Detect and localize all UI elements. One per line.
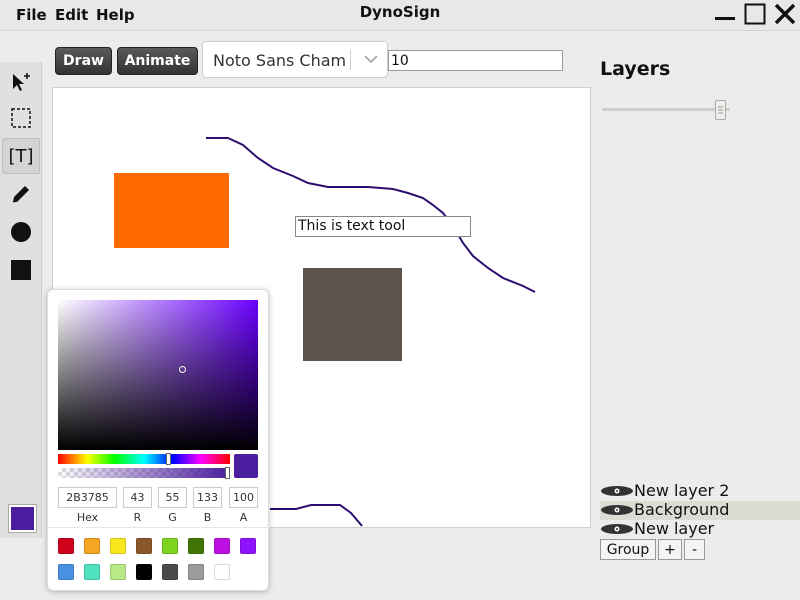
g-label: G: [168, 511, 177, 524]
hue-slider-handle[interactable]: [166, 453, 171, 465]
close-icon[interactable]: [773, 2, 797, 26]
layer-row[interactable]: Background: [600, 500, 800, 522]
rectangle-shape-icon[interactable]: [2, 252, 40, 288]
saturation-value-handle[interactable]: [179, 366, 186, 373]
layers-title: Layers: [600, 58, 671, 80]
a-field[interactable]: 100: [229, 487, 258, 508]
add-layer-button[interactable]: +: [658, 539, 682, 560]
a-label: A: [239, 511, 248, 524]
preset-swatch[interactable]: [58, 538, 74, 554]
g-field[interactable]: 55: [158, 487, 187, 508]
animate-button[interactable]: Animate: [117, 47, 198, 75]
select-separator: [350, 50, 351, 70]
layer-name: New layer 2: [634, 481, 730, 500]
preset-swatch[interactable]: [162, 564, 178, 580]
layer-name: New layer: [634, 519, 715, 538]
preset-swatch[interactable]: [214, 538, 230, 554]
preset-swatch[interactable]: [58, 564, 74, 580]
r-field[interactable]: 43: [123, 487, 152, 508]
eye-icon[interactable]: [600, 502, 634, 522]
font-size-input[interactable]: [388, 50, 563, 71]
r-label: R: [133, 511, 142, 524]
preset-swatch[interactable]: [110, 564, 126, 580]
preset-swatch[interactable]: [188, 538, 204, 554]
menu-file[interactable]: File: [16, 6, 47, 24]
preset-swatch[interactable]: [188, 564, 204, 580]
maximize-icon[interactable]: [743, 2, 767, 26]
preset-swatch[interactable]: [84, 564, 100, 580]
alpha-slider-handle[interactable]: [225, 467, 230, 479]
tool-bar: [T]: [0, 62, 42, 538]
chevron-down-icon[interactable]: [361, 52, 381, 72]
menu-edit[interactable]: Edit: [55, 6, 88, 24]
hex-label: Hex: [76, 511, 99, 524]
color-picker-popup: 2B3785 43 55 133 100 Hex R G B A: [47, 289, 270, 591]
font-family-value: Noto Sans Cham: [213, 51, 347, 70]
remove-layer-button[interactable]: -: [684, 539, 705, 560]
marquee-select-icon[interactable]: [2, 100, 40, 136]
eye-icon[interactable]: [600, 521, 634, 541]
current-color-swatch[interactable]: [9, 505, 36, 532]
canvas-text-box[interactable]: This is text tool: [295, 216, 471, 237]
circle-shape-icon[interactable]: [2, 214, 40, 250]
draw-button[interactable]: Draw: [55, 47, 112, 75]
preset-swatch[interactable]: [136, 538, 152, 554]
orange-rectangle[interactable]: [114, 173, 229, 248]
saturation-value-area[interactable]: [58, 300, 258, 450]
layer-name: Background: [634, 500, 730, 519]
picker-divider: [48, 527, 270, 528]
text-tool-label: [T]: [8, 145, 34, 167]
preset-swatch[interactable]: [110, 538, 126, 554]
preset-swatch[interactable]: [240, 538, 256, 554]
layer-opacity-slider[interactable]: [602, 108, 730, 111]
minimize-icon[interactable]: [713, 2, 737, 26]
b-field[interactable]: 133: [193, 487, 222, 508]
preset-swatch[interactable]: [214, 564, 230, 580]
preset-swatch[interactable]: [136, 564, 152, 580]
hue-slider[interactable]: [58, 454, 230, 464]
layer-row[interactable]: New layer 2: [600, 481, 800, 503]
brown-rectangle[interactable]: [303, 268, 402, 361]
alpha-slider[interactable]: [58, 468, 230, 478]
hex-field[interactable]: 2B3785: [58, 487, 117, 508]
text-tool-icon[interactable]: [T]: [2, 138, 40, 174]
freehand-stroke-bottom[interactable]: [270, 504, 363, 527]
preset-swatch[interactable]: [162, 538, 178, 554]
b-label: B: [203, 511, 212, 524]
color-preview-swatch: [234, 454, 258, 478]
title-bar: File Edit Help DynoSign: [0, 0, 800, 31]
pencil-icon[interactable]: [2, 176, 40, 212]
menu-help[interactable]: Help: [96, 6, 135, 24]
eye-icon[interactable]: [600, 483, 634, 503]
layer-opacity-slider-handle[interactable]: [715, 100, 727, 120]
select-pointer-icon[interactable]: [2, 64, 40, 100]
font-family-select[interactable]: Noto Sans Cham: [202, 41, 388, 78]
layer-row[interactable]: New layer: [600, 519, 800, 541]
group-button[interactable]: Group: [600, 539, 656, 560]
preset-swatch[interactable]: [84, 538, 100, 554]
